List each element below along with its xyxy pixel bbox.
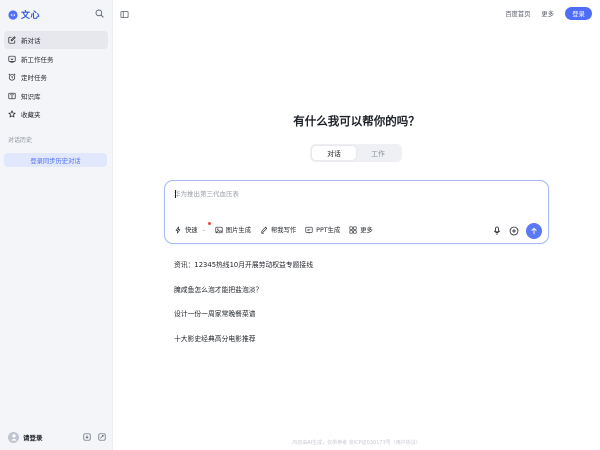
chat-input-box: 快速 ⌄ 图片生成 帮我写作 P xyxy=(164,180,549,244)
logo[interactable]: 文心 xyxy=(8,8,40,21)
sidebar-item-new-chat[interactable]: 新对话 xyxy=(4,31,108,49)
work-task-icon xyxy=(8,55,16,63)
input-toolbar: 快速 ⌄ 图片生成 帮我写作 PPT生成 更多 xyxy=(174,222,382,234)
login-button[interactable]: 登录 xyxy=(565,7,592,20)
feedback-icon[interactable] xyxy=(98,433,106,441)
tool-label: PPT生成 xyxy=(316,227,341,234)
search-icon[interactable] xyxy=(95,9,104,18)
tool-label: 快速 xyxy=(185,227,198,234)
baidu-home-link[interactable]: 百度首页 xyxy=(505,9,530,18)
tool-label: 更多 xyxy=(360,227,373,234)
ppt-icon xyxy=(305,226,313,233)
image-generation-button[interactable]: 图片生成 xyxy=(215,225,251,234)
logo-icon xyxy=(8,9,18,20)
chevron-down-icon: ⌄ xyxy=(201,226,206,233)
book-icon xyxy=(8,92,16,99)
new-badge-dot xyxy=(207,222,211,225)
star-icon xyxy=(8,110,16,118)
suggestion-item[interactable]: 腌咸鱼怎么泡才能把盐泡淡？ xyxy=(174,285,313,310)
sidebar-item-label: 新对话 xyxy=(21,37,41,45)
microphone-icon[interactable] xyxy=(492,226,502,236)
tab-chat[interactable]: 对话 xyxy=(312,146,356,160)
suggestion-list: 资讯：12345热线10月开展劳动权益专题接线 腌咸鱼怎么泡才能把盐泡淡？ 设计… xyxy=(174,260,313,358)
more-link[interactable]: 更多 xyxy=(541,9,554,18)
chat-input[interactable] xyxy=(174,188,534,200)
image-icon xyxy=(215,226,223,233)
tab-work[interactable]: 工作 xyxy=(356,146,400,160)
new-chat-icon xyxy=(8,36,16,44)
ppt-generation-button[interactable]: PPT生成 xyxy=(305,225,340,234)
sidebar-item-label: 新工作任务 xyxy=(21,55,54,64)
login-prompt[interactable]: 请登录 xyxy=(23,432,43,442)
sidebar-item-label: 知识库 xyxy=(21,92,41,101)
pen-icon xyxy=(261,226,268,234)
suggestion-item[interactable]: 十大影史经典高分电影推荐 xyxy=(174,334,313,359)
text-cursor xyxy=(175,190,176,198)
sidebar-item-knowledge-base[interactable]: 知识库 xyxy=(4,87,108,105)
sidebar: 文心 新对话 新工作任务 定时任务 知识库 收藏夹 对话历史 登录同步历史对话 … xyxy=(0,0,113,450)
history-title: 对话历史 xyxy=(8,137,33,144)
sidebar-item-label: 收藏夹 xyxy=(21,111,41,119)
avatar[interactable] xyxy=(8,431,19,443)
sidebar-item-scheduled-task[interactable]: 定时任务 xyxy=(4,68,108,86)
page-title: 有什么我可以帮你的吗？ xyxy=(293,114,420,128)
suggestion-item[interactable]: 设计一份一周家常晚餐菜谱 xyxy=(174,309,313,334)
lightning-icon xyxy=(175,225,181,234)
send-button[interactable] xyxy=(526,223,542,239)
tool-label: 图片生成 xyxy=(225,227,251,234)
alarm-clock-icon xyxy=(8,73,16,81)
arrow-up-icon xyxy=(531,227,537,235)
sidebar-nav: 新对话 新工作任务 定时任务 知识库 收藏夹 xyxy=(4,31,108,124)
tool-label: 帮我写作 xyxy=(270,227,297,234)
user-icon xyxy=(10,434,17,441)
sidebar-item-label: 定时任务 xyxy=(21,74,47,82)
sidebar-item-favorites[interactable]: 收藏夹 xyxy=(4,105,108,123)
suggestion-item[interactable]: 资讯：12345热线10月开展劳动权益专题接线 xyxy=(174,260,313,285)
writing-helper-button[interactable]: 帮我写作 xyxy=(260,225,296,234)
footer-disclaimer: 内容由AI生成，仅供参考 京ICP证030173号（用户协议） xyxy=(292,440,421,446)
logo-text: 文心 xyxy=(21,11,41,21)
download-icon[interactable] xyxy=(83,433,91,441)
fast-mode-button[interactable]: 快速 ⌄ xyxy=(174,222,211,234)
login-sync-button[interactable]: 登录同步历史对话 xyxy=(4,153,107,167)
user-bar: 请登录 xyxy=(8,431,106,443)
grid-icon xyxy=(349,225,357,234)
more-tools-button[interactable]: 更多 xyxy=(349,225,373,234)
input-actions xyxy=(492,223,542,239)
sidebar-item-work-task[interactable]: 新工作任务 xyxy=(4,50,108,68)
top-links: 百度首页 更多 登录 xyxy=(505,7,592,20)
add-attachment-icon[interactable] xyxy=(509,226,519,236)
mode-tabs: 对话 工作 xyxy=(310,144,402,162)
sidebar-toggle-icon[interactable] xyxy=(120,10,129,19)
